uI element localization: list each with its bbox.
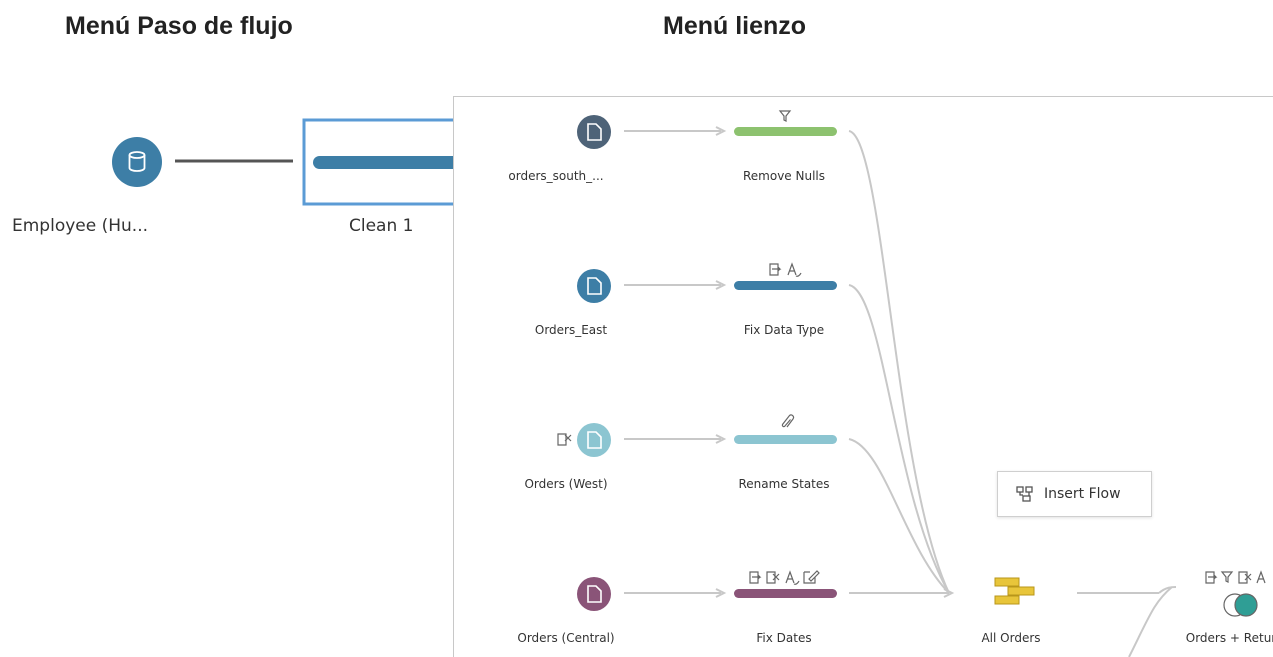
input-label-orders-west: Orders (West) — [524, 477, 608, 491]
input-node-orders-east[interactable] — [577, 269, 611, 303]
step-label-fix-data-type: Fix Data Type — [743, 323, 825, 337]
rename-icon — [749, 571, 762, 584]
input-node-orders-central[interactable] — [577, 577, 611, 611]
step-rename-states[interactable] — [734, 414, 837, 444]
union-icon — [994, 577, 1035, 605]
filter-icon — [1220, 571, 1234, 583]
filter-icon — [778, 110, 792, 122]
input-node-orders-west[interactable] — [557, 423, 611, 457]
employee-input-label: Employee (Hu... — [12, 216, 148, 236]
edit-icon — [803, 570, 820, 584]
flow-step-menu-heading: Menú Paso de flujo — [65, 12, 293, 40]
step-label-rename-states: Rename States — [738, 477, 830, 491]
clean-step-node[interactable] — [302, 118, 455, 206]
data-type-icon — [785, 570, 800, 585]
insert-flow-icon — [1016, 486, 1033, 502]
canvas-menu-heading: Menú lienzo — [663, 12, 807, 40]
step-label-remove-nulls: Remove Nulls — [742, 169, 826, 183]
input-label-orders-east: Orders_East — [534, 323, 608, 337]
employee-input-node[interactable] — [112, 137, 162, 187]
union-node-all-orders[interactable] — [994, 577, 1035, 605]
input-label-orders-central: Orders (Central) — [517, 631, 615, 645]
step-remove-nulls[interactable] — [734, 110, 837, 136]
step-fix-data-type[interactable] — [734, 262, 837, 290]
input-label-orders-south: orders_south_... — [508, 169, 604, 183]
rename-icon — [1205, 571, 1218, 584]
union-label-all-orders: All Orders — [981, 631, 1041, 645]
rename-icon — [769, 263, 782, 276]
flow-canvas[interactable]: orders_south_... Orders_East Orders (Wes… — [453, 96, 1273, 657]
paperclip-icon — [781, 414, 795, 428]
insert-flow-menu-item[interactable]: Insert Flow — [997, 471, 1152, 517]
join-node-orders-returns[interactable] — [1205, 570, 1266, 617]
remove-field-icon — [557, 433, 572, 446]
step-fix-dates[interactable] — [734, 570, 837, 598]
insert-flow-label: Insert Flow — [1044, 486, 1121, 502]
join-label-orders-returns: Orders + Retur — [1185, 631, 1273, 645]
step-label-fix-dates: Fix Dates — [756, 631, 812, 645]
flow-connectors — [624, 126, 1177, 657]
left-flow-graphic — [112, 118, 455, 206]
remove-icon — [766, 571, 780, 584]
join-icon — [1223, 593, 1258, 617]
remove-icon — [1238, 571, 1252, 584]
data-type-icon — [1256, 570, 1266, 584]
data-type-icon — [787, 262, 802, 277]
input-node-orders-south[interactable] — [577, 115, 611, 149]
clean-step-label: Clean 1 — [349, 216, 414, 236]
